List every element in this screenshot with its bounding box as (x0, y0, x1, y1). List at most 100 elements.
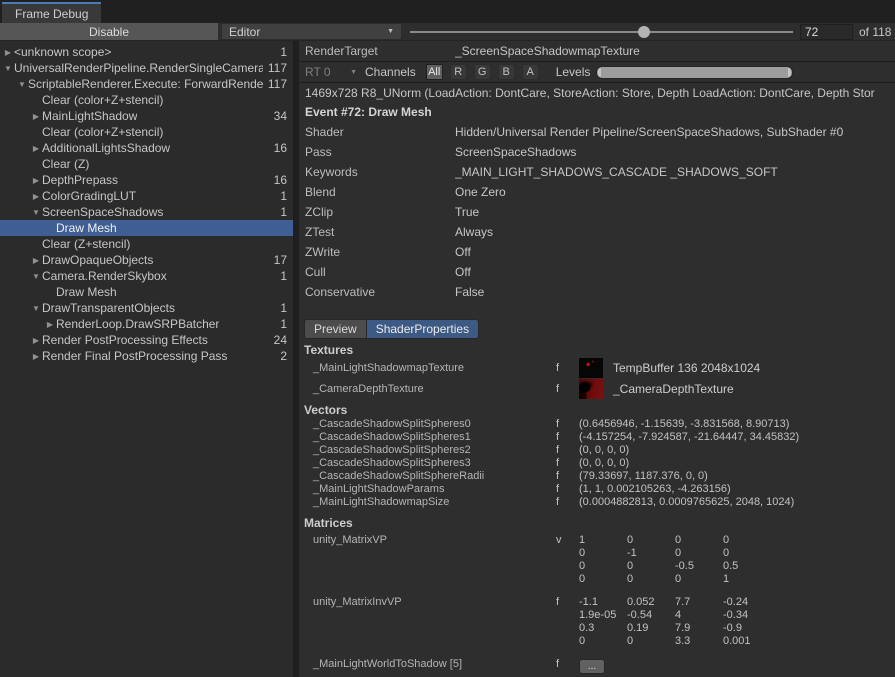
info-row: ConservativeFalse (299, 282, 895, 302)
matrix-cell: 1 (579, 534, 627, 547)
tree-item[interactable]: Clear (color+Z+stencil) (0, 92, 293, 108)
texture-rows: _MainLightShadowmapTexturefTempBuffer 13… (299, 357, 895, 399)
disable-button[interactable]: Disable (0, 23, 218, 40)
foldout-closed-icon[interactable]: ▶ (30, 336, 42, 345)
chevron-down-icon: ▼ (387, 28, 394, 35)
property-type-flag: f (556, 431, 579, 443)
texture-thumbnail[interactable] (579, 358, 603, 378)
tree-item[interactable]: ▼ScreenSpaceShadows1 (0, 204, 293, 220)
detail-panel: RenderTarget _ScreenSpaceShadowmapTextur… (299, 41, 895, 677)
matrix-cell: -0.34 (723, 609, 771, 622)
tree-item[interactable]: ▼DrawTransparentObjects1 (0, 300, 293, 316)
info-row-value: Always (455, 225, 493, 239)
info-row-label: ZClip (305, 205, 455, 219)
tree-item-count: 2 (275, 349, 287, 363)
foldout-open-icon[interactable]: ▼ (2, 64, 14, 73)
tree-item[interactable]: ▶Render Final PostProcessing Pass2 (0, 348, 293, 364)
toolbar: Disable Editor ▼ of 118 (0, 23, 895, 41)
matrix-name: _MainLightWorldToShadow [5] (299, 658, 556, 671)
tree-item-label: <unknown scope> (14, 45, 111, 59)
tree-item-count: 1 (275, 205, 287, 219)
expand-array-button[interactable]: ... (579, 659, 605, 674)
channel-button-g[interactable]: G (474, 64, 491, 80)
vector-rows: _CascadeShadowSplitSpheres0f(0.6456946, … (299, 417, 895, 508)
tree-item[interactable]: ▶RenderLoop.DrawSRPBatcher1 (0, 316, 293, 332)
tree-item[interactable]: ▶DrawOpaqueObjects17 (0, 252, 293, 268)
matrix-cell: 0.052 (627, 596, 675, 609)
info-row-label: ZWrite (305, 245, 455, 259)
levels-range-slider[interactable] (596, 66, 793, 79)
frame-slider[interactable] (410, 23, 793, 41)
tree-item-count: 34 (269, 109, 287, 123)
tree-item[interactable]: ▼ScriptableRenderer.Execute: ForwardRend… (0, 76, 293, 92)
vector-row: _CascadeShadowSplitSpheres1f(-4.157254, … (299, 430, 895, 443)
tree-item[interactable]: ▶<unknown scope>1 (0, 44, 293, 60)
channel-button-all[interactable]: All (426, 64, 443, 80)
foldout-closed-icon[interactable]: ▶ (44, 320, 56, 329)
tree-item[interactable]: ▶ColorGradingLUT 1 (0, 188, 293, 204)
foldout-closed-icon[interactable]: ▶ (30, 112, 42, 121)
frame-number-input[interactable] (800, 24, 853, 40)
tab-shader-properties[interactable]: ShaderProperties (367, 319, 479, 339)
foldout-closed-icon[interactable]: ▶ (30, 176, 42, 185)
matrix-row: 00-0.50.5 (579, 560, 771, 573)
info-row: ZTestAlways (299, 222, 895, 242)
matrix-entry: unity_MatrixVPv10000-10000-0.50.50001 (299, 534, 895, 586)
property-type-flag: f (556, 483, 579, 495)
info-row-value: False (455, 285, 484, 299)
tree-item[interactable]: Clear (color+Z+stencil) (0, 124, 293, 140)
matrix-cell: 0 (675, 534, 723, 547)
foldout-closed-icon[interactable]: ▶ (30, 192, 42, 201)
vector-row: _CascadeShadowSplitSpheres3f(0, 0, 0, 0) (299, 456, 895, 469)
tree-item-count: 1 (275, 189, 287, 203)
property-type-flag: f (556, 418, 579, 430)
matrix-entries: unity_MatrixVPv10000-10000-0.50.50001uni… (299, 534, 895, 674)
tree-item[interactable]: Draw Mesh (0, 220, 293, 236)
tree-item[interactable]: Draw Mesh (0, 284, 293, 300)
texture-name: _CameraDepthTexture (299, 383, 556, 395)
foldout-open-icon[interactable]: ▼ (30, 304, 42, 313)
info-row-value: One Zero (455, 185, 506, 199)
texture-thumbnail[interactable] (579, 379, 603, 399)
vector-value: (0.0004882813, 0.0009765625, 2048, 1024) (579, 496, 794, 508)
channel-button-r[interactable]: R (450, 64, 467, 80)
matrix-cell: -1.1 (579, 596, 627, 609)
vector-row: _CascadeShadowSplitSpheres2f(0, 0, 0, 0) (299, 443, 895, 456)
tree-item[interactable]: ▼UniversalRenderPipeline.RenderSingleCam… (0, 60, 293, 76)
render-target-label: RenderTarget (305, 44, 455, 58)
tree-item-label: ScriptableRenderer.Execute: ForwardRende (28, 77, 263, 91)
tree-item[interactable]: ▶AdditionalLightsShadow16 (0, 140, 293, 156)
matrix-cell: 1 (723, 573, 771, 586)
foldout-open-icon[interactable]: ▼ (30, 272, 42, 281)
capture-target-dropdown[interactable]: Editor ▼ (221, 23, 402, 40)
foldout-closed-icon[interactable]: ▶ (30, 352, 42, 361)
channels-label: Channels (365, 65, 416, 79)
tree-item[interactable]: Clear (Z) (0, 156, 293, 172)
tab-frame-debug[interactable]: Frame Debug (2, 2, 101, 23)
foldout-closed-icon[interactable]: ▶ (30, 256, 42, 265)
tree-item[interactable]: ▶DepthPrepass16 (0, 172, 293, 188)
matrix-cell: 7.7 (675, 596, 723, 609)
section-title-textures: Textures (299, 343, 895, 357)
tree-item-count: 1 (275, 269, 287, 283)
foldout-open-icon[interactable]: ▼ (16, 80, 28, 89)
matrix-row: -1.10.0527.7-0.24 (579, 596, 771, 609)
matrix-cell: 0 (723, 547, 771, 560)
tree-item[interactable]: ▶Render PostProcessing Effects24 (0, 332, 293, 348)
tab-preview[interactable]: Preview (304, 319, 367, 339)
foldout-closed-icon[interactable]: ▶ (2, 48, 14, 57)
frame-slider-thumb[interactable] (638, 26, 650, 38)
foldout-closed-icon[interactable]: ▶ (30, 144, 42, 153)
matrix-row: 0.30.197.9-0.9 (579, 622, 771, 635)
main-split: ▶<unknown scope>1▼UniversalRenderPipelin… (0, 41, 895, 677)
channel-button-b[interactable]: B (498, 64, 515, 80)
matrix-row: 0001 (579, 573, 771, 586)
tree-item[interactable]: ▼Camera.RenderSkybox1 (0, 268, 293, 284)
channel-button-a[interactable]: A (522, 64, 539, 80)
rt-index-dropdown[interactable]: RT 0 ▼ (305, 65, 361, 79)
foldout-open-icon[interactable]: ▼ (30, 208, 42, 217)
tree-item-label: ColorGradingLUT (42, 189, 136, 203)
info-row-value: ScreenSpaceShadows (455, 145, 576, 159)
tree-item[interactable]: Clear (Z+stencil) (0, 236, 293, 252)
tree-item[interactable]: ▶MainLightShadow34 (0, 108, 293, 124)
